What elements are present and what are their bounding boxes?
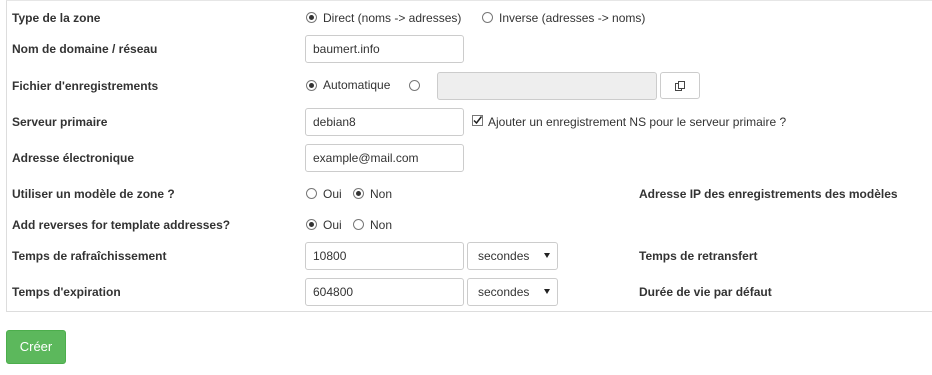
email-input[interactable]: [305, 144, 464, 172]
zone-type-direct-radio[interactable]: [306, 12, 317, 23]
records-file-auto-radio[interactable]: [306, 80, 317, 91]
chevron-down-icon: [544, 253, 550, 258]
file-chooser-icon: [675, 81, 685, 91]
primary-server-input[interactable]: [305, 108, 464, 136]
records-file-custom-radio[interactable]: [409, 80, 420, 91]
zone-type-reverse-radio[interactable]: [482, 12, 493, 23]
add-ns-checkbox[interactable]: [472, 115, 483, 126]
expire-input[interactable]: [305, 278, 464, 306]
zone-type-reverse-label[interactable]: Inverse (adresses -> noms): [499, 11, 645, 25]
email-label: Adresse électronique: [12, 151, 135, 165]
zone-type-direct-label[interactable]: Direct (noms -> adresses): [323, 11, 461, 25]
add-ns-label[interactable]: Ajouter un enregistrement NS pour le ser…: [488, 115, 786, 129]
primary-server-label: Serveur primaire: [12, 115, 108, 129]
reverse-template-label: Add reverses for template addresses?: [12, 218, 231, 232]
chevron-down-icon: [544, 289, 550, 294]
records-file-auto-label[interactable]: Automatique: [323, 78, 390, 92]
use-template-no-label[interactable]: Non: [370, 187, 392, 201]
zone-type-label: Type de la zone: [12, 11, 101, 25]
retransfer-label: Temps de retransfert: [639, 249, 758, 263]
records-file-label: Fichier d'enregistrements: [12, 79, 159, 93]
records-file-path-input[interactable]: [437, 72, 657, 100]
domain-input[interactable]: [305, 35, 464, 63]
use-template-yes-radio[interactable]: [306, 188, 317, 199]
reverse-template-yes-radio[interactable]: [306, 219, 317, 230]
reverse-template-no-label[interactable]: Non: [370, 218, 392, 232]
default-ttl-label: Durée de vie par défaut: [639, 285, 772, 299]
expire-label: Temps d'expiration: [12, 285, 121, 299]
use-template-no-radio[interactable]: [353, 188, 364, 199]
file-chooser-button[interactable]: [660, 72, 700, 99]
refresh-label: Temps de rafraîchissement: [12, 249, 167, 263]
create-button[interactable]: Créer: [6, 330, 66, 364]
template-ip-label: Adresse IP des enregistrements des modèl…: [639, 187, 898, 201]
use-template-label: Utiliser un modèle de zone ?: [12, 187, 175, 201]
expire-unit-select[interactable]: secondes: [467, 278, 558, 306]
expire-unit-value: secondes: [478, 285, 530, 299]
domain-label: Nom de domaine / réseau: [12, 42, 158, 56]
refresh-unit-value: secondes: [478, 249, 530, 263]
refresh-unit-select[interactable]: secondes: [467, 242, 558, 270]
reverse-template-no-radio[interactable]: [353, 219, 364, 230]
checkmark-icon: [473, 116, 483, 125]
use-template-yes-label[interactable]: Oui: [323, 187, 342, 201]
reverse-template-yes-label[interactable]: Oui: [323, 218, 342, 232]
refresh-input[interactable]: [305, 242, 464, 270]
